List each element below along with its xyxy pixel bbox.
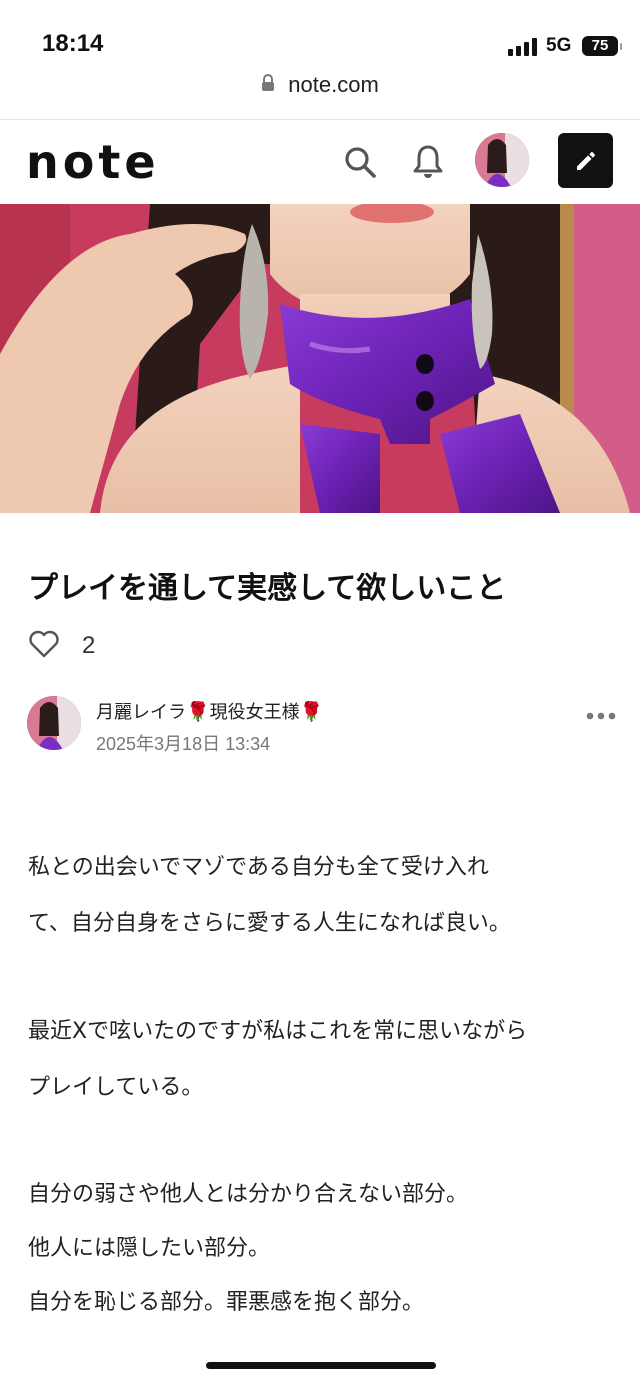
url-text: note.com (288, 72, 379, 97)
article-hero-image (0, 204, 640, 513)
site-header: note (0, 120, 640, 204)
body-line: 他人には隠したい部分。 (28, 1236, 271, 1261)
author-name[interactable]: 月麗レイラ🌹現役女王様🌹 (96, 698, 323, 724)
signal-icon (508, 38, 538, 56)
url-bar[interactable]: note.com (0, 72, 640, 116)
bell-icon[interactable] (406, 140, 450, 184)
author-name-text: 月麗レイラ (96, 702, 186, 723)
body-line: 自分の弱さや他人とは分かり合えない部分。 (28, 1182, 469, 1207)
post-date: 2025年3月18日 13:34 (96, 734, 271, 754)
user-avatar[interactable] (475, 133, 529, 187)
status-time: 18:14 (42, 30, 104, 57)
author-row: 月麗レイラ🌹現役女王様🌹 2025年3月18日 13:34 (27, 694, 617, 754)
home-indicator[interactable] (206, 1362, 436, 1369)
network-type: 5G (546, 35, 572, 56)
status-bar: 18:14 5G 75 (0, 0, 640, 70)
body-line: 私との出会いでマゾである自分も全て受け入れ (28, 855, 489, 880)
article-title: プレイを通して実感して欲しいこと (28, 571, 507, 606)
search-icon[interactable] (338, 140, 382, 184)
body-line: 自分を恥じる部分。罪悪感を抱く部分。 (28, 1290, 425, 1315)
author-role: 現役女王様 (209, 702, 300, 723)
pencil-icon (576, 151, 595, 170)
rose-emoji: 🌹 (299, 701, 324, 723)
write-button[interactable] (558, 133, 613, 188)
body-line: て、自分自身をさらに愛する人生になれば良い。 (28, 911, 511, 936)
like-count: 2 (82, 632, 96, 659)
body-line: プレイしている。 (28, 1075, 204, 1100)
author-avatar[interactable] (27, 696, 81, 750)
battery-icon: 75 (582, 36, 622, 56)
heart-icon[interactable] (28, 630, 60, 662)
lock-icon (261, 74, 275, 96)
more-options-icon[interactable] (585, 704, 617, 728)
note-logo[interactable]: note (26, 139, 160, 185)
body-line: 最近Xで呟いたのですが私はこれを常に思いながら (28, 1019, 528, 1044)
like-row: 2 (28, 628, 95, 664)
article-body: 私との出会いでマゾである自分も全て受け入れ て、自分自身をさらに愛する人生になれ… (28, 840, 618, 1330)
rose-emoji: 🌹 (186, 701, 210, 723)
